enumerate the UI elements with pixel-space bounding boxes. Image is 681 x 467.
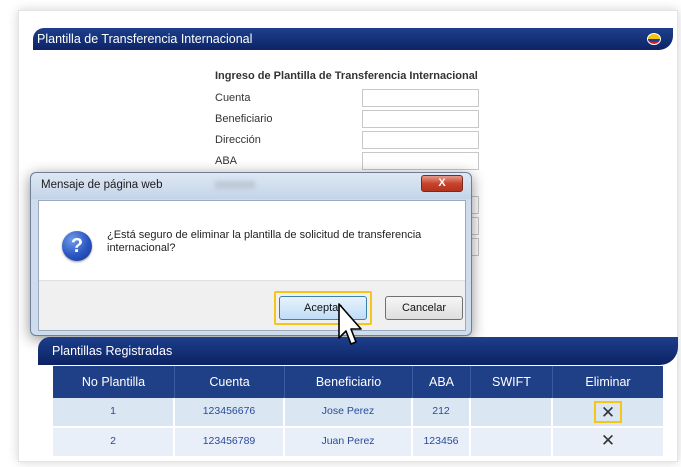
cuenta-input[interactable] (362, 89, 479, 107)
cursor-icon (338, 303, 362, 345)
delete-icon[interactable]: ✕ (594, 401, 622, 423)
message-dialog: Mensaje de página web X ? ¿Está seguro d… (30, 172, 472, 336)
column-header: ABA (413, 366, 471, 398)
cell-cuenta: 123456676 (175, 398, 285, 426)
dialog-footer: Aceptar Cancelar (39, 280, 465, 330)
dialog-title: Mensaje de página web (41, 179, 163, 191)
cancel-button[interactable]: Cancelar (385, 296, 463, 320)
column-header: SWIFT (471, 366, 553, 398)
section-title: Plantillas Registradas (52, 344, 173, 358)
column-header: No Plantilla (53, 366, 175, 398)
column-header: Beneficiario (285, 366, 413, 398)
cell-no: 1 (53, 398, 175, 426)
cell-swift (471, 398, 553, 426)
direccion-input[interactable] (362, 131, 479, 149)
table-row: 1 123456676 Jose Perez 212 ✕ (53, 398, 663, 428)
cell-cuenta: 123456789 (175, 428, 285, 456)
close-button[interactable]: X (421, 175, 463, 192)
templates-table: No Plantilla Cuenta Beneficiario ABA SWI… (53, 366, 663, 458)
column-header: Cuenta (175, 366, 285, 398)
cell-eliminar: ✕ (553, 398, 663, 426)
label-aba: ABA (215, 155, 238, 167)
dialog-message: ¿Está seguro de eliminar la plantilla de… (107, 229, 422, 254)
column-header: Eliminar (585, 375, 631, 389)
cell-no: 2 (53, 428, 175, 456)
label-cuenta: Cuenta (215, 92, 251, 104)
table-row: 2 123456789 Juan Perez 123456 ✕ (53, 428, 663, 458)
cell-beneficiario: Jose Perez (285, 398, 413, 426)
dialog-body: ? ¿Está seguro de eliminar la plantilla … (38, 200, 466, 331)
form-title: Ingreso de Plantilla de Transferencia In… (215, 70, 478, 82)
cell-eliminar: ✕ (553, 428, 663, 456)
cell-swift (471, 428, 553, 456)
cell-aba: 123456 (413, 428, 471, 456)
aba-input[interactable] (362, 152, 479, 170)
label-direccion: Dirección (215, 134, 261, 146)
cell-aba: 212 (413, 398, 471, 426)
flag-icon (647, 33, 661, 45)
cell-beneficiario: Juan Perez (285, 428, 413, 456)
table-header: No Plantilla Cuenta Beneficiario ABA SWI… (53, 366, 663, 398)
blurred-text (215, 181, 255, 189)
beneficiario-input[interactable] (362, 110, 479, 128)
delete-icon[interactable]: ✕ (594, 431, 622, 453)
page-title: Plantilla de Transferencia Internacional (37, 32, 253, 46)
page-header: Plantilla de Transferencia Internacional (33, 28, 673, 50)
label-beneficiario: Beneficiario (215, 113, 273, 125)
dialog-titlebar[interactable]: Mensaje de página web X (31, 173, 471, 199)
question-icon: ? (62, 231, 92, 261)
